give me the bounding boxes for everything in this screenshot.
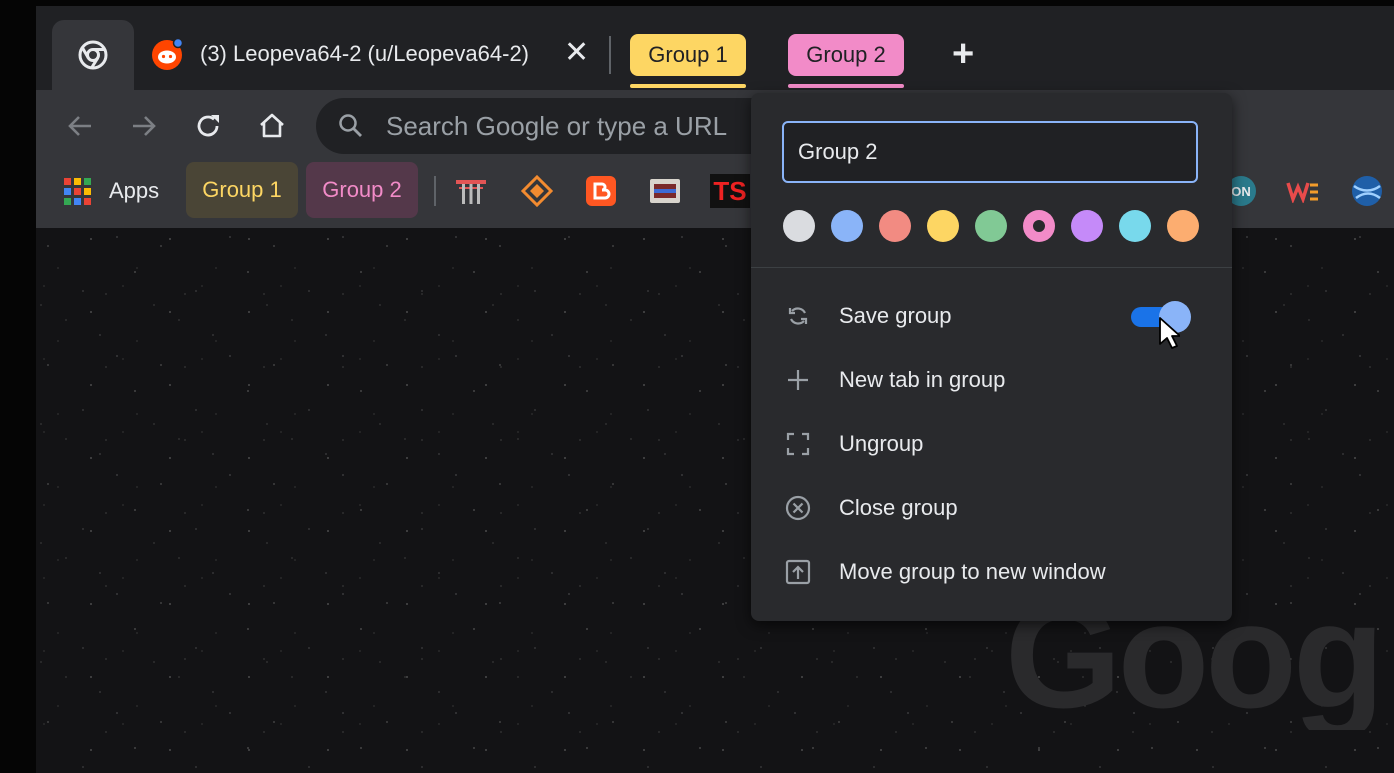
ws-icon[interactable]	[1286, 174, 1320, 208]
forward-button[interactable]	[124, 106, 164, 146]
plus-icon	[785, 367, 811, 393]
color-swatch-green[interactable]	[975, 210, 1007, 242]
arrow-left-icon	[68, 116, 91, 136]
tab-group-underline-1	[630, 84, 746, 88]
blogger-icon[interactable]	[584, 174, 618, 208]
sync-icon	[785, 303, 811, 329]
ungroup-label: Ungroup	[839, 431, 924, 456]
tab-title: (3) Leopeva64-2 (u/Leopeva64-2)	[200, 41, 530, 66]
menu-separator	[751, 267, 1232, 268]
bookmark-group-2[interactable]: Group 2	[306, 162, 418, 218]
menu-item-close-group[interactable]: Close group	[751, 476, 1232, 540]
color-swatch-yellow[interactable]	[927, 210, 959, 242]
home-icon	[260, 113, 284, 138]
desktop-edge-left	[0, 0, 36, 773]
color-swatch-red[interactable]	[879, 210, 911, 242]
apps-label: Apps	[109, 178, 160, 203]
reload-icon	[197, 115, 219, 137]
reload-button[interactable]	[188, 106, 228, 146]
color-swatch-grey[interactable]	[783, 210, 815, 242]
globe-icon[interactable]	[1350, 174, 1384, 208]
tab-divider	[609, 36, 611, 74]
search-icon	[339, 114, 362, 137]
color-swatch-purple[interactable]	[1071, 210, 1103, 242]
tab-group-chip-1[interactable]: Group 1	[630, 34, 746, 76]
color-swatch-pink[interactable]	[1023, 210, 1055, 242]
color-swatch-cyan[interactable]	[1119, 210, 1151, 242]
color-picker	[783, 210, 1215, 242]
omnibox-input[interactable]	[384, 109, 768, 143]
new-tab-button[interactable]: +	[952, 35, 974, 73]
tab-group-chip-2[interactable]: Group 2	[788, 34, 904, 76]
tab-close-button[interactable]: ✕	[564, 38, 589, 68]
group-name-field[interactable]	[782, 121, 1198, 183]
apps-shortcut[interactable]: Apps	[64, 172, 159, 210]
home-button[interactable]	[252, 106, 292, 146]
new-tab-in-group-label: New tab in group	[839, 367, 1006, 392]
reddit-icon	[150, 37, 184, 71]
chrome-logo-icon	[78, 40, 108, 70]
color-swatch-orange[interactable]	[1167, 210, 1199, 242]
move-group-label: Move group to new window	[839, 559, 1106, 584]
arrow-right-icon	[133, 116, 156, 136]
color-swatch-blue[interactable]	[831, 210, 863, 242]
diamond-icon[interactable]	[520, 174, 554, 208]
menu-item-new-tab-in-group[interactable]: New tab in group	[751, 348, 1232, 412]
close-circle-icon	[785, 495, 811, 521]
apps-grid-icon	[64, 177, 91, 205]
tab-group-editor: Save group New tab in group Ungroup Clos…	[751, 93, 1232, 621]
tab-group-underline-2	[788, 84, 904, 88]
open-in-new-window-icon	[785, 559, 811, 585]
bookmark-group-1[interactable]: Group 1	[186, 162, 298, 218]
tab-reddit[interactable]: (3) Leopeva64-2 (u/Leopeva64-2) ✕	[150, 22, 600, 86]
mouse-pointer-icon	[1159, 317, 1180, 349]
tv-icon[interactable]	[648, 174, 682, 208]
ts-icon[interactable]: TS	[710, 174, 750, 208]
bookmarks-separator	[434, 176, 436, 206]
menu-item-ungroup[interactable]: Ungroup	[751, 412, 1232, 476]
save-group-label: Save group	[839, 303, 952, 328]
ungroup-icon	[785, 431, 811, 457]
close-group-label: Close group	[839, 495, 958, 520]
menu-item-move-group[interactable]: Move group to new window	[751, 540, 1232, 604]
torii-gate-icon[interactable]	[454, 174, 488, 208]
back-button[interactable]	[60, 106, 100, 146]
tab-new-tab-page[interactable]	[52, 20, 134, 90]
